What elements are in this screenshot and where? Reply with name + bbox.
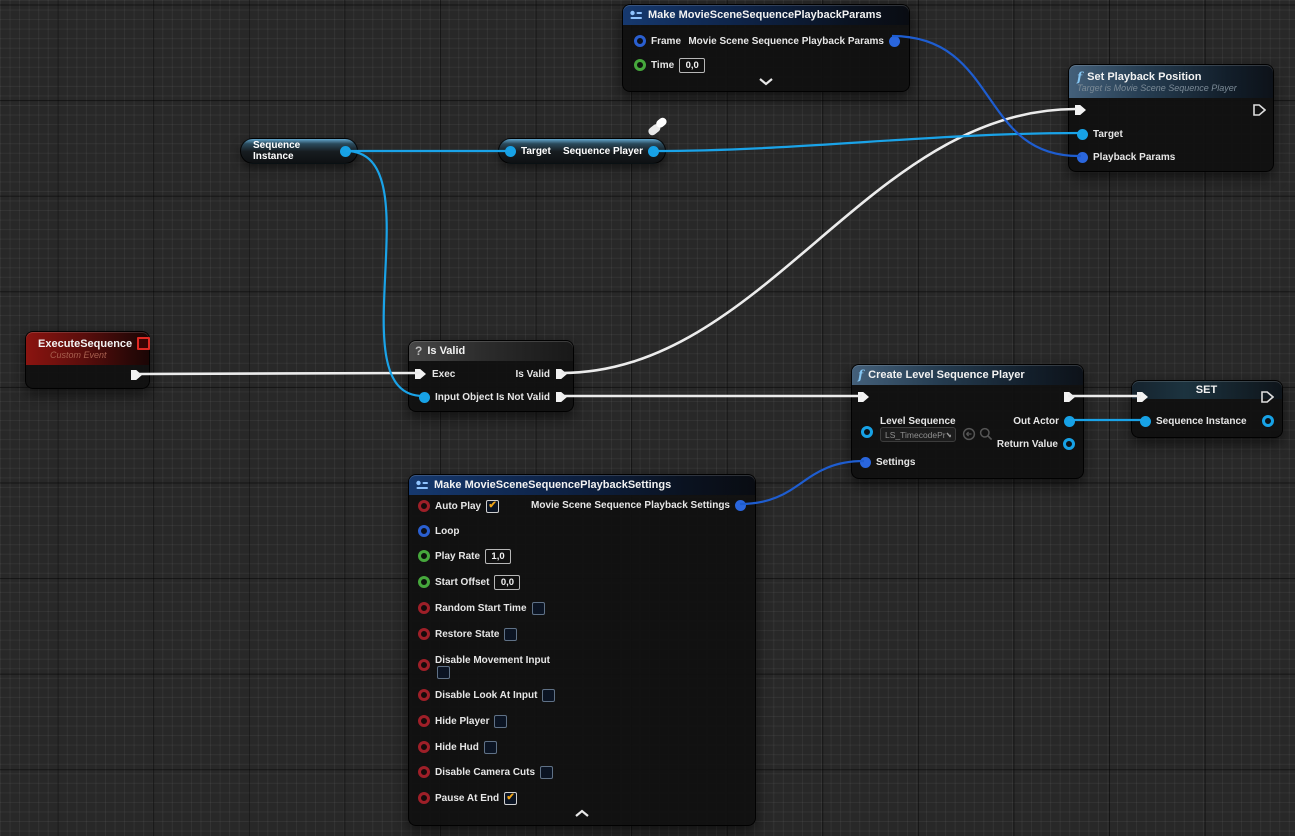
random-start-time-checkbox[interactable]: ✔ <box>532 602 545 615</box>
node-title: Is Valid <box>427 345 465 357</box>
time-pin[interactable] <box>634 59 646 71</box>
node-title: ExecuteSequence <box>38 338 132 350</box>
node-get-sequence-instance[interactable]: Sequence Instance <box>240 138 358 164</box>
node-set-playback-position[interactable]: f Set Playback Position Target is Movie … <box>1068 64 1274 172</box>
level-sequence-pin[interactable] <box>861 426 873 438</box>
restore-state-checkbox[interactable]: ✔ <box>504 628 517 641</box>
hide-hud-pin[interactable] <box>418 741 430 753</box>
disable-movement-input-label: Disable Movement Input <box>435 655 550 666</box>
pause-at-end-checkbox[interactable]: ✔ <box>504 792 517 805</box>
disable-look-at-input-pin[interactable] <box>418 689 430 701</box>
start-offset-pin[interactable] <box>418 576 430 588</box>
auto-play-label: Auto Play <box>435 501 481 512</box>
node-title: Set Playback Position <box>1087 71 1201 83</box>
variable-label: Sequence Player <box>563 146 643 157</box>
disable-camera-cuts-pin[interactable] <box>418 766 430 778</box>
exec-out-pin[interactable] <box>1253 104 1266 116</box>
cursor-icon <box>645 117 671 139</box>
frame-pin[interactable] <box>634 35 646 47</box>
dropdown-chevron-icon <box>946 432 951 438</box>
node-get-sequence-player[interactable]: Target Sequence Player <box>498 138 666 164</box>
browse-to-asset-icon[interactable] <box>962 427 976 441</box>
function-icon: f <box>1077 71 1082 83</box>
disable-look-at-input-checkbox[interactable]: ✔ <box>542 689 555 702</box>
pause-at-end-label: Pause At End <box>435 793 499 804</box>
disable-look-at-input-label: Disable Look At Input <box>435 690 537 701</box>
search-asset-icon[interactable] <box>979 427 993 441</box>
target-pin-label: Target <box>521 146 551 157</box>
start-offset-field[interactable]: 0,0 <box>494 575 520 590</box>
make-struct-icon <box>629 10 643 21</box>
return-value-pin[interactable] <box>1063 438 1075 450</box>
node-title: Make MovieSceneSequencePlaybackSettings <box>434 479 671 491</box>
time-value-field[interactable]: 0,0 <box>679 58 705 73</box>
auto-play-checkbox[interactable]: ✔ <box>486 500 499 513</box>
input-object-pin-label: Input Object <box>435 392 493 403</box>
event-bind-icon[interactable] <box>137 337 150 350</box>
output-pin-label: Movie Scene Sequence Playback Params <box>688 36 884 47</box>
pause-at-end-pin[interactable] <box>418 792 430 804</box>
hide-player-checkbox[interactable]: ✔ <box>494 715 507 728</box>
question-icon: ? <box>415 345 422 357</box>
node-title: SET <box>1196 384 1217 396</box>
return-value-pin-label: Return Value <box>997 439 1058 450</box>
play-rate-label: Play Rate <box>435 551 480 562</box>
value-output-pin[interactable] <box>1262 415 1274 427</box>
disable-camera-cuts-checkbox[interactable]: ✔ <box>540 766 553 779</box>
asset-name: LS_TimecodePr <box>885 430 946 440</box>
node-is-valid[interactable]: ? Is Valid Exec Is Valid Input Object Is… <box>408 340 574 412</box>
restore-state-label: Restore State <box>435 629 499 640</box>
wire-seqplayer-to-target[interactable] <box>654 133 1081 151</box>
wire-exec-event-to-isvalid[interactable] <box>138 373 420 374</box>
is-valid-pin-label: Is Valid <box>516 369 550 380</box>
out-actor-pin-label: Out Actor <box>1013 416 1059 427</box>
restore-state-pin[interactable] <box>418 628 430 640</box>
node-make-playback-params[interactable]: Make MovieSceneSequencePlaybackParams Fr… <box>622 4 910 92</box>
sequence-instance-pin-label: Sequence Instance <box>1156 416 1247 427</box>
hide-player-pin[interactable] <box>418 715 430 727</box>
playback-params-pin-label: Playback Params <box>1093 152 1175 163</box>
disable-movement-input-pin[interactable] <box>418 659 430 671</box>
random-start-time-label: Random Start Time <box>435 603 527 614</box>
time-pin-label: Time <box>651 60 674 71</box>
make-struct-icon <box>415 480 429 491</box>
disable-camera-cuts-label: Disable Camera Cuts <box>435 767 535 778</box>
frame-pin-label: Frame <box>651 36 681 47</box>
exec-out-pin[interactable] <box>1261 391 1274 403</box>
node-header[interactable]: Make MovieSceneSequencePlaybackParams <box>623 5 909 25</box>
play-rate-pin[interactable] <box>418 550 430 562</box>
disable-movement-input-checkbox[interactable]: ✔ <box>437 666 450 679</box>
exec-pin-label: Exec <box>432 369 455 380</box>
function-icon: f <box>858 369 863 381</box>
is-not-valid-pin-label: Is Not Valid <box>496 392 550 403</box>
loop-label: Loop <box>435 526 459 537</box>
node-subtitle: Custom Event <box>33 350 142 360</box>
node-subtitle: Target is Movie Scene Sequence Player <box>1077 83 1266 93</box>
node-execute-sequence-event[interactable]: ExecuteSequence Custom Event <box>25 331 150 389</box>
collapse-chevron-up-icon[interactable] <box>574 809 590 818</box>
level-sequence-asset-dropdown[interactable]: LS_TimecodePr <box>880 427 956 442</box>
node-create-level-sequence-player[interactable]: f Create Level Sequence Player Level Seq… <box>851 364 1084 479</box>
variable-label: Sequence Instance <box>253 140 340 162</box>
hide-player-label: Hide Player <box>435 716 489 727</box>
node-set-sequence-instance[interactable]: SET Sequence Instance <box>1131 380 1283 438</box>
target-pin-label: Target <box>1093 129 1123 140</box>
node-make-playback-settings[interactable]: Make MovieSceneSequencePlaybackSettings … <box>408 474 756 826</box>
node-title: Make MovieSceneSequencePlaybackParams <box>648 9 882 21</box>
hide-hud-checkbox[interactable]: ✔ <box>484 741 497 754</box>
settings-output-pin-label: Movie Scene Sequence Playback Settings <box>531 500 730 511</box>
node-title: Create Level Sequence Player <box>868 369 1025 381</box>
auto-play-pin[interactable] <box>418 500 430 512</box>
hide-hud-label: Hide Hud <box>435 742 479 753</box>
wire-settings-to-create[interactable] <box>740 461 864 504</box>
play-rate-field[interactable]: 1,0 <box>485 549 511 564</box>
collapse-chevron-down-icon[interactable] <box>758 77 774 86</box>
settings-pin-label: Settings <box>876 457 915 468</box>
random-start-time-pin[interactable] <box>418 602 430 614</box>
blueprint-graph-canvas[interactable]: Make MovieSceneSequencePlaybackParams Fr… <box>0 0 1295 836</box>
level-sequence-pin-label: Level Sequence <box>880 416 956 427</box>
loop-pin[interactable] <box>418 525 430 537</box>
start-offset-label: Start Offset <box>435 577 489 588</box>
